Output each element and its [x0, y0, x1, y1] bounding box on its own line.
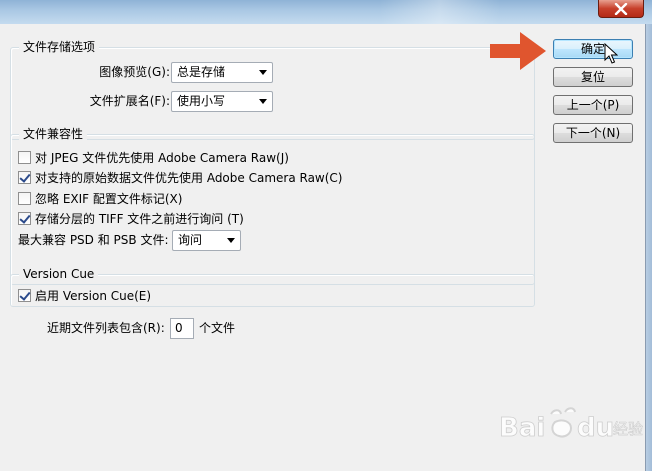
image-preview-label: 图像预览(G): [99, 65, 170, 79]
ignore-exif-checkbox[interactable] [18, 192, 31, 205]
file-extension-select[interactable]: 使用小写 [171, 91, 273, 112]
image-preview-value: 总是存储 [177, 65, 226, 79]
version-cue-group: Version Cue 启用 Version Cue(E) [10, 267, 535, 307]
maximize-compat-value: 询问 [178, 233, 203, 247]
jpeg-camera-raw-checkbox[interactable] [18, 151, 31, 164]
ask-tiff-layers-label: 存储分层的 TIFF 文件之前进行询问 (T) [35, 212, 244, 226]
ask-tiff-layers-checkbox[interactable] [18, 212, 31, 225]
enable-version-cue-label: 启用 Version Cue(E) [35, 289, 152, 303]
jpeg-camera-raw-label: 对 JPEG 文件优先使用 Adobe Camera Raw(J) [35, 151, 289, 165]
maximize-compat-label: 最大兼容 PSD 和 PSB 文件: [18, 233, 169, 247]
jpeg-camera-raw-option[interactable]: 对 JPEG 文件优先使用 Adobe Camera Raw(J) [18, 149, 289, 166]
recent-files-input[interactable]: 0 [170, 318, 194, 339]
svg-text:Bai: Bai [499, 413, 545, 443]
window-titlebar [0, 0, 652, 24]
file-saving-options-legend: 文件存储选项 [19, 40, 100, 54]
svg-text:du: du [577, 413, 614, 443]
prev-button[interactable]: 上一个(P) [553, 95, 633, 115]
arrow-right-icon [490, 32, 546, 70]
svg-text:经验: 经验 [613, 420, 643, 438]
image-preview-select[interactable]: 总是存储 [171, 62, 273, 83]
mouse-cursor-icon [604, 43, 618, 64]
recent-files-label: 近期文件列表包含(R): [47, 321, 165, 335]
file-compatibility-legend: 文件兼容性 [19, 127, 88, 141]
close-icon [614, 2, 628, 15]
watermark: Bai du 经验 [497, 400, 647, 453]
chevron-down-icon [227, 238, 235, 243]
file-compatibility-group: 文件兼容性 对 JPEG 文件优先使用 Adobe Camera Raw(J) … [10, 127, 535, 285]
raw-camera-raw-checkbox[interactable] [18, 171, 31, 184]
maximize-compat-select[interactable]: 询问 [172, 230, 241, 251]
file-saving-options-group: 文件存储选项 图像预览(G): 总是存储 文件扩展名(F): 使用小写 [10, 40, 535, 140]
version-cue-legend: Version Cue [19, 267, 99, 281]
raw-camera-raw-option[interactable]: 对支持的原始数据文件优先使用 Adobe Camera Raw(C) [18, 169, 342, 186]
ok-button[interactable]: 确定 [553, 39, 633, 59]
titlebar-glare [380, 0, 500, 24]
raw-camera-raw-label: 对支持的原始数据文件优先使用 Adobe Camera Raw(C) [35, 171, 343, 185]
chevron-down-icon [259, 70, 267, 75]
chevron-down-icon [259, 99, 267, 104]
enable-version-cue-checkbox[interactable] [18, 289, 31, 302]
ignore-exif-option[interactable]: 忽略 EXIF 配置文件标记(X) [18, 190, 182, 207]
enable-version-cue-option[interactable]: 启用 Version Cue(E) [18, 287, 151, 304]
file-extension-label: 文件扩展名(F): [89, 94, 170, 108]
recent-files-suffix: 个文件 [199, 321, 236, 335]
ask-tiff-layers-option[interactable]: 存储分层的 TIFF 文件之前进行询问 (T) [18, 210, 244, 227]
next-button[interactable]: 下一个(N) [553, 123, 633, 143]
baidu-logo-watermark: Bai du 经验 [499, 407, 643, 443]
file-extension-value: 使用小写 [177, 94, 226, 108]
close-button[interactable] [598, 0, 644, 18]
ignore-exif-label: 忽略 EXIF 配置文件标记(X) [35, 192, 183, 206]
reset-button[interactable]: 复位 [553, 67, 633, 87]
